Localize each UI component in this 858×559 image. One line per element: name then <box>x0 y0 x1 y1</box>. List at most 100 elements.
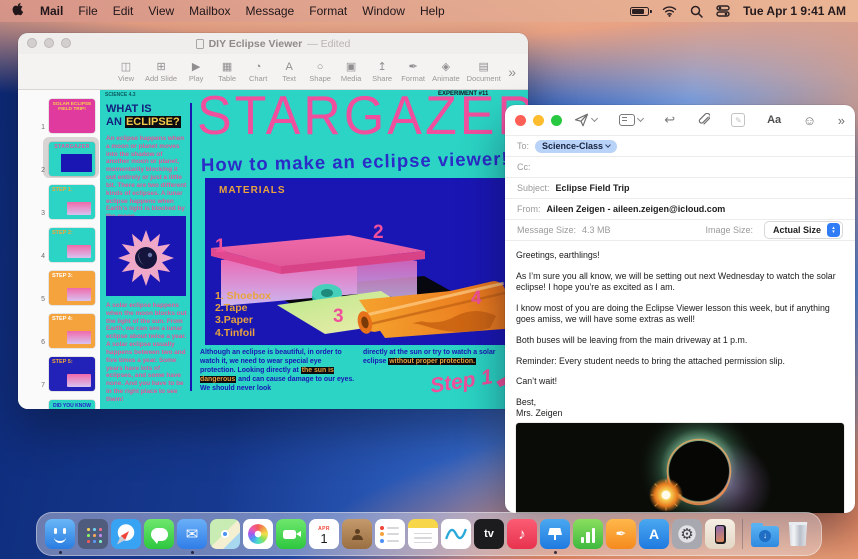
format-button[interactable]: ✒Format <box>401 61 425 83</box>
dock-trash-icon[interactable] <box>783 519 813 549</box>
slide-thumbnail-8[interactable]: 8 DID YOU KNOW <box>31 395 100 409</box>
dock-photos-icon[interactable] <box>243 519 273 549</box>
to-field[interactable]: To: Science-Class <box>505 136 855 157</box>
cc-field[interactable]: Cc: <box>505 157 855 178</box>
battery-icon[interactable] <box>630 7 649 16</box>
dock-music-icon[interactable]: ♪ <box>507 519 537 549</box>
document-button[interactable]: ▤Document <box>467 61 501 83</box>
share-button[interactable]: ↥Share <box>370 61 394 83</box>
eclipse-photo-attachment[interactable] <box>516 423 844 513</box>
play-button[interactable]: ▶Play <box>184 61 208 83</box>
slide-heading: WHAT IS AN ECLIPSE? <box>106 103 181 129</box>
send-button[interactable] <box>574 113 597 127</box>
zoom-button[interactable] <box>61 38 71 48</box>
dock-downloads-icon[interactable]: ↓ <box>750 519 780 549</box>
subject-field[interactable]: Subject: Eclipse Field Trip <box>505 178 855 199</box>
dock-tv-icon[interactable]: tv <box>474 519 504 549</box>
slide-course-code: SCIENCE 4.3 <box>105 92 136 98</box>
close-button[interactable] <box>27 38 37 48</box>
minimize-button[interactable] <box>533 115 544 126</box>
dock-safari-icon[interactable] <box>111 519 141 549</box>
shape-button[interactable]: ○Shape <box>308 61 332 83</box>
dock-launchpad-icon[interactable] <box>78 519 108 549</box>
body-paragraph: Both buses will be leaving from the main… <box>516 335 844 347</box>
dock-keynote-icon[interactable] <box>540 519 570 549</box>
menu-clock[interactable]: Tue Apr 1 9:41 AM <box>743 4 846 18</box>
slide-thumbnail-4[interactable]: 4 STEP 2: <box>31 223 100 266</box>
slide-thumbnail-1[interactable]: 1 SOLAR ECLIPSE FIELD TRIP! <box>31 94 100 137</box>
slide-paragraph-1: An eclipse happens when a moon or planet… <box>106 135 187 221</box>
menu-mailbox[interactable]: Mailbox <box>189 4 230 18</box>
menu-help[interactable]: Help <box>420 4 445 18</box>
dock-facetime-icon[interactable] <box>276 519 306 549</box>
menu-file[interactable]: File <box>78 4 97 18</box>
body-paragraph: I know most of you are doing the Eclipse… <box>516 303 844 326</box>
markup-button[interactable]: ✎ <box>731 113 745 127</box>
slide-canvas[interactable]: SCIENCE 4.3 EXPERIMENT #11 WHAT IS AN EC… <box>100 90 528 409</box>
from-field[interactable]: From: Aileen Zeigen - aileen.zeigen@iclo… <box>505 199 855 220</box>
text-button[interactable]: AText <box>277 61 301 83</box>
material-number-2: 2 <box>373 222 384 244</box>
message-size-row: Message Size: 4.3 MB Image Size: Actual … <box>505 220 855 241</box>
keynote-titlebar[interactable]: DIY Eclipse Viewer — Edited <box>18 33 528 54</box>
more-toolbar-chevron-icon[interactable]: » <box>838 113 845 128</box>
add-slide-button[interactable]: ⊞Add Slide <box>145 61 177 83</box>
dock-maps-icon[interactable] <box>210 519 240 549</box>
slide-title: STARGAZER <box>197 90 528 148</box>
menu-mail[interactable]: Mail <box>40 4 63 18</box>
media-icon: ▣ <box>346 61 356 73</box>
undo-button[interactable]: ↩ <box>664 112 675 128</box>
chart-button[interactable]: ◔Chart <box>246 61 270 83</box>
slide-thumbnail-7[interactable]: 7 STEP 5: <box>31 352 100 395</box>
table-button[interactable]: ▦Table <box>215 61 239 83</box>
dock-numbers-icon[interactable] <box>573 519 603 549</box>
mail-window-controls <box>515 115 562 126</box>
menu-window[interactable]: Window <box>362 4 405 18</box>
attach-button[interactable] <box>697 113 710 127</box>
control-center-icon[interactable] <box>716 5 730 17</box>
slide-thumbnail-5[interactable]: 5 STEP 3: <box>31 266 100 309</box>
to-recipient-token[interactable]: Science-Class <box>535 140 617 153</box>
add-slide-icon: ⊞ <box>156 61 165 73</box>
dock-messages-icon[interactable] <box>144 519 174 549</box>
menu-view[interactable]: View <box>148 4 174 18</box>
dock-contacts-icon[interactable] <box>342 519 372 549</box>
slide-thumbnail-3[interactable]: 3 STEP 1: <box>31 180 100 223</box>
body-paragraph: Reminder: Every student needs to bring t… <box>516 356 844 368</box>
apple-menu[interactable] <box>12 3 25 20</box>
view-button[interactable]: ◫View <box>114 61 138 83</box>
header-fields-button[interactable] <box>619 114 643 126</box>
warning-text-column-2: directly at the sun or try to watch a so… <box>363 349 515 367</box>
dock-mail-icon[interactable]: ✉ <box>177 519 207 549</box>
media-button[interactable]: ▣Media <box>339 61 363 83</box>
dock-finder-icon[interactable] <box>45 519 75 549</box>
dock-reminders-icon[interactable] <box>375 519 405 549</box>
dock-pages-icon[interactable]: ✒ <box>606 519 636 549</box>
close-button[interactable] <box>515 115 526 126</box>
dock-system-settings-icon[interactable]: ⚙ <box>672 519 702 549</box>
menu-bar: Mail File Edit View Mailbox Message Form… <box>0 0 858 22</box>
stepper-icon: ▴▾ <box>827 223 840 237</box>
dock-calendar-icon[interactable]: APR1 <box>309 519 339 549</box>
wifi-icon[interactable] <box>662 5 677 17</box>
mail-toolbar[interactable]: ↩ ✎ Aa ☺ » <box>505 105 855 135</box>
dock-iphone-mirroring-icon[interactable] <box>705 519 735 549</box>
slide-thumbnail-2-selected[interactable]: 2 STARGAZER <box>31 137 100 180</box>
dock-app-store-icon[interactable]: A <box>639 519 669 549</box>
image-size-select[interactable]: Actual Size ▴▾ <box>764 221 843 239</box>
slide-paragraph-2: A solar eclipse happens when the moon bl… <box>106 302 187 404</box>
animate-button[interactable]: ◈Animate <box>432 61 460 83</box>
menu-format[interactable]: Format <box>309 4 347 18</box>
menu-message[interactable]: Message <box>246 4 295 18</box>
dock-notes-icon[interactable] <box>408 519 438 549</box>
minimize-button[interactable] <box>44 38 54 48</box>
zoom-button[interactable] <box>551 115 562 126</box>
spotlight-search-icon[interactable] <box>690 5 703 18</box>
message-body-editor[interactable]: Greetings, earthlings! As I’m sure you a… <box>505 241 855 420</box>
emoji-button[interactable]: ☺ <box>803 113 816 128</box>
slide-thumbnail-6[interactable]: 6 STEP 4: <box>31 309 100 352</box>
toolbar-overflow-chevron-icon[interactable]: » <box>508 64 516 80</box>
dock-freeform-icon[interactable] <box>441 519 471 549</box>
menu-edit[interactable]: Edit <box>113 4 134 18</box>
fonts-button[interactable]: Aa <box>767 114 781 126</box>
